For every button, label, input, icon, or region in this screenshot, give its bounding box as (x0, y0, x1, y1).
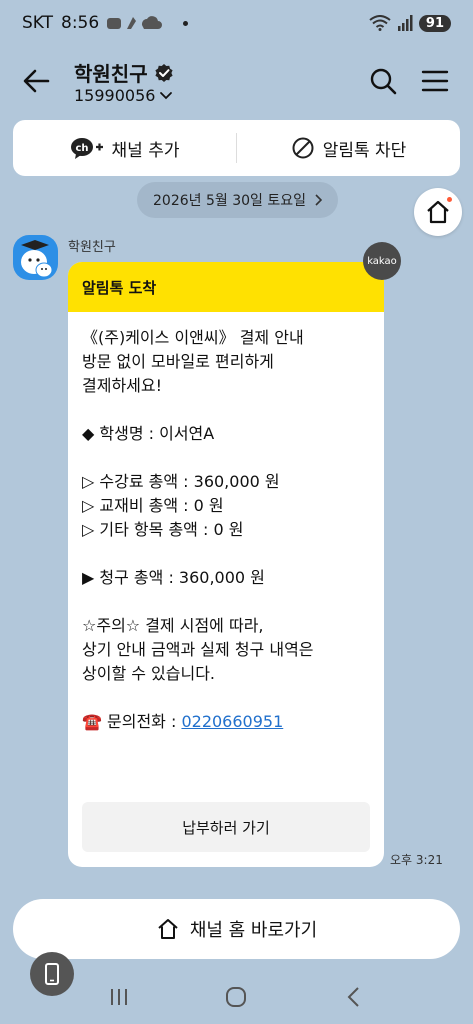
floating-phone-button[interactable] (30, 952, 74, 996)
message-line (82, 590, 370, 614)
wifi-icon (369, 15, 391, 31)
block-alimtalk-button[interactable]: 알림톡 차단 (237, 120, 460, 176)
chat-header: 학원친구 15990056 (0, 50, 473, 112)
channel-title-row: 학원친구 (74, 58, 174, 87)
alimtalk-header: 알림톡 도착 (68, 262, 384, 312)
block-alimtalk-label: 알림톡 차단 (322, 140, 407, 161)
home-icon (158, 919, 178, 939)
hamburger-menu-icon (421, 70, 449, 92)
back-button[interactable] (20, 64, 54, 98)
block-icon (292, 137, 314, 159)
chevron-left-icon (347, 987, 359, 1007)
channel-plus-icon: ch (70, 138, 103, 159)
recent-apps-button[interactable] (99, 977, 139, 1017)
mascot-avatar-icon (21, 240, 53, 278)
home-circle-icon (226, 987, 247, 1007)
status-right: 91 (369, 14, 451, 32)
message-line: ▶ 청구 총액 : 360,000 원 (82, 568, 265, 587)
status-left: SKT 8:56 (22, 13, 189, 33)
message-line: 상이할 수 있습니다. (82, 664, 216, 683)
message-line: 상기 안내 금액과 실제 청구 내역은 (82, 640, 314, 659)
sender-name: 학원친구 (68, 240, 116, 255)
chevron-down-icon (160, 91, 173, 99)
channel-home-shortcut-button[interactable]: 채널 홈 바로가기 (13, 899, 460, 959)
channel-action-bar: ch 채널 추가 알림톡 차단 (13, 120, 460, 176)
date-separator[interactable]: 2026년 5월 30일 토요일 (137, 182, 338, 218)
more-notifications-icon (183, 20, 189, 26)
message-line: ▷ 교재비 총액 : 0 원 (82, 496, 224, 515)
svg-text:ch: ch (75, 143, 88, 154)
new-indicator-dot (447, 197, 452, 202)
message-body: 《(주)케이스 이앤씨》 결제 안내 방문 없이 모바일로 편리하게 결제하세요… (68, 312, 384, 734)
message-line (82, 446, 370, 470)
alimtalk-message-bubble: 알림톡 도착 《(주)케이스 이앤씨》 결제 안내 방문 없이 모바일로 편리하… (68, 262, 384, 867)
phone-label: ☎️ 문의전화 : (82, 712, 182, 731)
phone-line: ☎️ 문의전화 : 0220660951 (82, 710, 370, 734)
home-icon (427, 200, 449, 224)
message-line (82, 398, 370, 422)
smartphone-icon (45, 963, 59, 985)
message-line: 《(주)케이스 이앤씨》 결제 안내 (82, 328, 304, 347)
message-line: 결제하세요! (82, 376, 163, 395)
search-button[interactable] (366, 64, 400, 98)
back-nav-button[interactable] (334, 977, 374, 1017)
message-line (82, 542, 370, 566)
message-line (82, 686, 370, 710)
date-label: 2026년 5월 30일 토요일 (153, 193, 306, 209)
recent-apps-icon (110, 989, 127, 1005)
battery-icon: 91 (418, 14, 451, 32)
avatar[interactable] (13, 235, 58, 280)
home-button[interactable] (216, 977, 256, 1017)
message-line: ▷ 기타 항목 총액 : 0 원 (82, 520, 244, 539)
message-time: 오후 3:21 (390, 853, 443, 867)
signal-icon (397, 15, 413, 31)
arrow-left-icon (23, 69, 50, 93)
channel-title: 학원친구 (74, 62, 148, 86)
channel-id-dropdown[interactable]: 15990056 (74, 86, 173, 105)
add-channel-label: 채널 추가 (111, 140, 180, 161)
channel-home-float-button[interactable] (414, 188, 462, 236)
menu-button[interactable] (418, 64, 452, 98)
message-line: ☆주의☆ 결제 시점에 따라, (82, 616, 264, 635)
message-line: ◆ 학생명 : 이서연A (82, 424, 215, 443)
chevron-right-icon (315, 194, 322, 206)
battery-level: 91 (425, 15, 444, 31)
status-bar: SKT 8:56 91 (0, 0, 473, 46)
channel-id: 15990056 (74, 86, 156, 105)
verified-badge-icon (155, 63, 173, 82)
message-line: ▷ 수강료 총액 : 360,000 원 (82, 472, 280, 491)
clock: 8:56 (61, 13, 100, 33)
kakao-badge: kakao (363, 242, 401, 280)
message-line: 방문 없이 모바일로 편리하게 (82, 352, 274, 371)
channel-home-shortcut-label: 채널 홈 바로가기 (189, 920, 318, 941)
pay-button[interactable]: 납부하러 가기 (82, 802, 370, 852)
search-icon (370, 68, 397, 95)
notification-icons (107, 16, 163, 29)
add-channel-button[interactable]: ch 채널 추가 (13, 120, 236, 176)
carrier: SKT (22, 13, 54, 33)
phone-number-link[interactable]: 0220660951 (181, 712, 283, 731)
